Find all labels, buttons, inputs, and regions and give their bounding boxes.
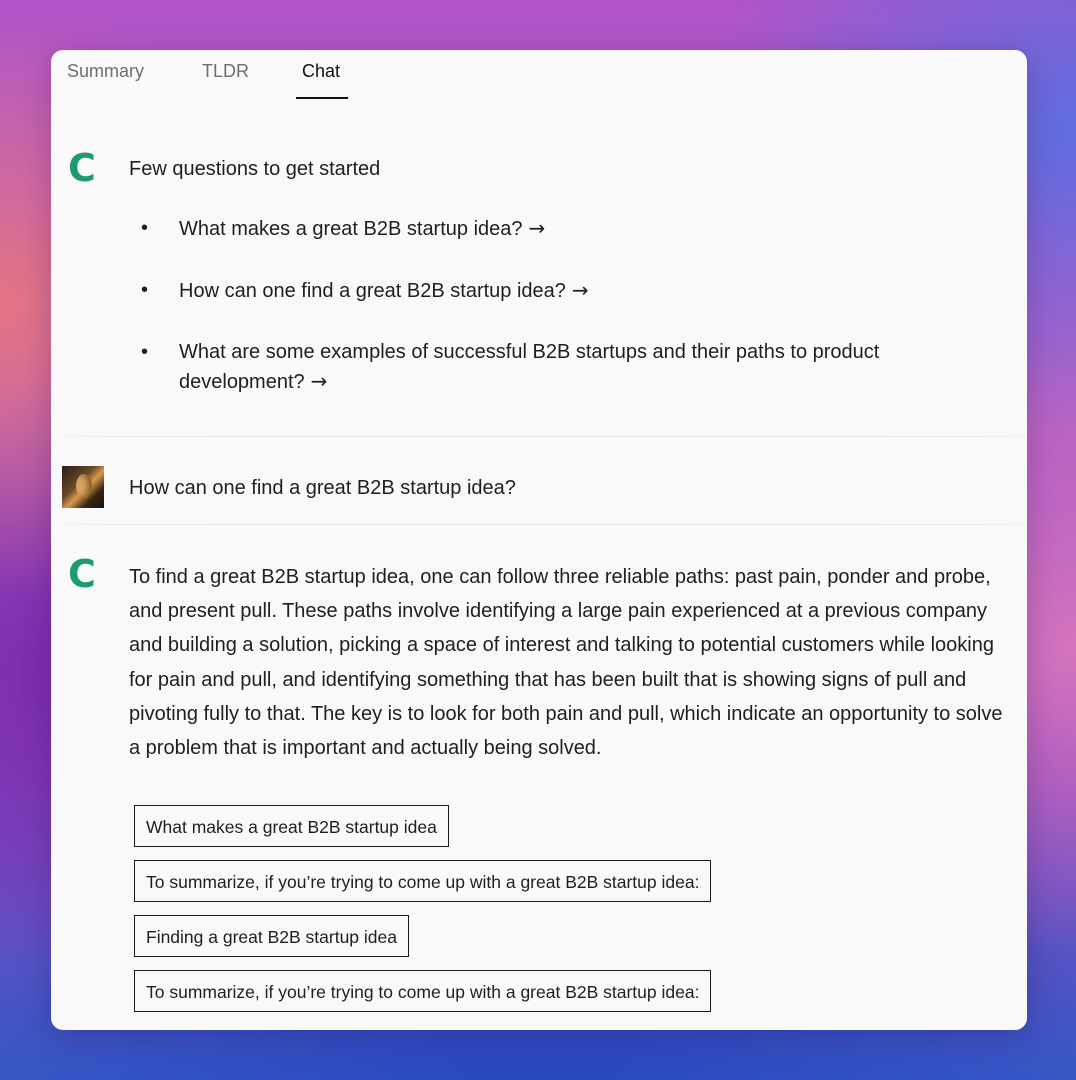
- source-chip[interactable]: To summarize, if you’re trying to come u…: [134, 860, 712, 902]
- tab-tldr[interactable]: TLDR: [202, 60, 249, 100]
- intro-title: Few questions to get started: [129, 158, 381, 180]
- suggested-question[interactable]: • What makes a great B2B startup idea? →: [141, 214, 1001, 244]
- question-text: How can one find a great B2B startup ide…: [179, 280, 566, 302]
- source-chip[interactable]: Finding a great B2B startup idea: [134, 915, 409, 957]
- suggested-question[interactable]: • What are some examples of successful B2…: [141, 338, 1001, 397]
- bullet-icon: •: [141, 341, 149, 363]
- user-message-text: How can one find a great B2B startup ide…: [129, 477, 516, 499]
- tab-bar: Summary TLDR Chat: [51, 50, 1027, 102]
- assistant-answer-text: To find a great B2B startup idea, one ca…: [129, 566, 1003, 760]
- arrow-right-icon: →: [310, 369, 328, 393]
- suggested-question[interactable]: • How can one find a great B2B startup id…: [141, 276, 1001, 306]
- suggested-questions-list: • What makes a great B2B startup idea? → •…: [141, 214, 1001, 397]
- tab-chat[interactable]: Chat: [302, 60, 340, 100]
- assistant-logo-icon: C: [68, 552, 96, 596]
- chat-window: Summary TLDR Chat C Few questions to get…: [51, 50, 1027, 1030]
- arrow-right-icon: →: [571, 278, 589, 302]
- message-divider: [65, 524, 1027, 525]
- user-avatar: [62, 466, 104, 508]
- question-text: What makes a great B2B startup idea?: [179, 218, 523, 240]
- message-divider: [65, 436, 1027, 437]
- source-chip[interactable]: To summarize, if you’re trying to come u…: [134, 970, 712, 1012]
- active-tab-indicator: [296, 97, 348, 99]
- arrow-right-icon: →: [528, 216, 546, 240]
- bullet-icon: •: [141, 279, 149, 301]
- assistant-logo-icon: C: [68, 146, 96, 190]
- question-text: What are some examples of successful B2B…: [179, 341, 880, 393]
- bullet-icon: •: [141, 217, 149, 239]
- source-chip[interactable]: What makes a great B2B startup idea: [134, 805, 449, 847]
- tab-summary[interactable]: Summary: [67, 60, 144, 100]
